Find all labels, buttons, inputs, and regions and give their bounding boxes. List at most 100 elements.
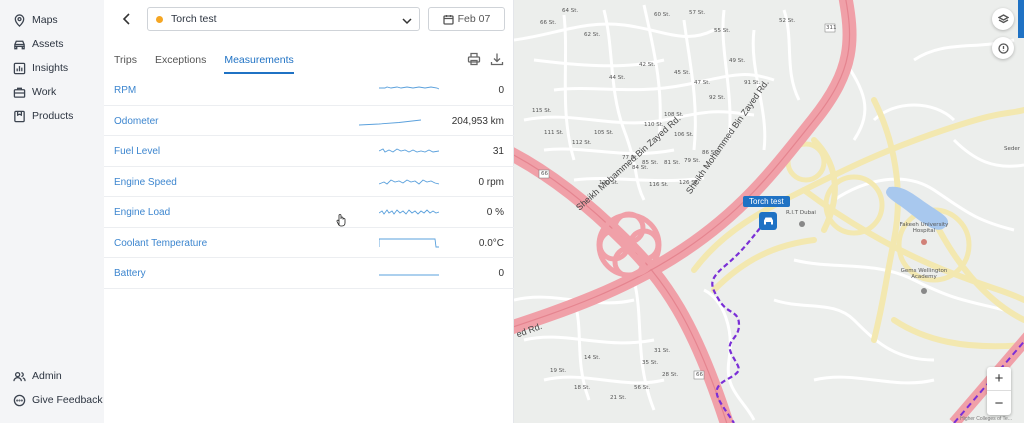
- measurement-value: 31: [492, 146, 504, 157]
- date-picker-button[interactable]: Feb 07: [428, 7, 505, 31]
- street-label: 91 St.: [744, 80, 761, 86]
- street-label: 66 St.: [540, 20, 557, 26]
- vehicle-map-label: Torch test: [743, 196, 790, 207]
- sidebar-item-label: Insights: [32, 62, 69, 74]
- list-item[interactable]: Coolant Temperature 0.0°C: [104, 228, 514, 258]
- map-pin-icon: [12, 13, 26, 27]
- street-label: 49 St.: [729, 58, 746, 64]
- panel-header: Torch test Feb 07: [104, 7, 513, 31]
- zoom-control: + −: [987, 367, 1011, 415]
- briefcase-icon: [12, 85, 26, 99]
- measurement-value: 0: [498, 268, 504, 279]
- measurement-label: Odometer: [114, 115, 159, 127]
- box-icon: [12, 109, 26, 123]
- sidebar-item-label: Maps: [32, 14, 58, 26]
- sidebar-item-products[interactable]: Products: [0, 104, 104, 128]
- street-label: 52 St.: [779, 18, 796, 24]
- measurement-label: Engine Speed: [114, 176, 177, 188]
- users-icon: [12, 369, 26, 383]
- feedback-icon: [12, 393, 26, 407]
- measurement-value: 0.0°C: [478, 237, 504, 249]
- street-label: 21 St.: [610, 395, 627, 401]
- street-label: 81 St.: [664, 160, 681, 166]
- measurement-label: Battery: [114, 268, 146, 279]
- sparkline: [379, 274, 439, 276]
- list-item[interactable]: Engine Load 0 %: [104, 197, 514, 228]
- status-dot: [156, 15, 163, 23]
- street-label: 79 St.: [684, 158, 701, 164]
- sidebar-item-label: Products: [32, 110, 74, 122]
- map-view[interactable]: Sheikh Mohammed Bin Zayed Rd. Sheikh Moh…: [514, 0, 1024, 423]
- date-label: Feb 07: [457, 13, 491, 25]
- street-label: 44 St.: [609, 75, 626, 81]
- list-item[interactable]: Engine Speed 0 rpm: [104, 167, 514, 197]
- list-item[interactable]: Fuel Level 31: [104, 136, 514, 167]
- chevron-down-icon: [402, 16, 412, 25]
- sparkline: [379, 148, 439, 153]
- sidebar-item-feedback[interactable]: Give Feedback: [0, 388, 104, 412]
- street-label: 57 St.: [689, 10, 706, 16]
- car-icon: [763, 217, 773, 225]
- layers-button[interactable]: [992, 8, 1014, 30]
- street-label: 120 St.: [599, 180, 619, 186]
- street-label: 116 St.: [649, 182, 669, 188]
- sidebar-item-maps[interactable]: Maps: [0, 8, 104, 32]
- map-attribution: Higher Colleges of Te...: [960, 416, 1012, 422]
- street-label: 60 St.: [654, 12, 671, 18]
- zoom-in-button[interactable]: +: [987, 367, 1011, 391]
- info-button[interactable]: [992, 37, 1014, 59]
- street-label: 85 St.: [642, 160, 659, 166]
- car-icon: [12, 37, 26, 51]
- vehicle-select[interactable]: Torch test: [147, 7, 420, 31]
- vehicle-marker[interactable]: [759, 212, 777, 230]
- measurement-label: Engine Load: [114, 207, 171, 218]
- sidebar-item-label: Admin: [32, 370, 62, 382]
- street-label: 86 St.: [702, 150, 719, 156]
- back-button[interactable]: [118, 10, 134, 28]
- sidebar-item-work[interactable]: Work: [0, 80, 104, 104]
- street-label: 111 St.: [544, 130, 564, 136]
- place-label: R.I.T Dubai: [786, 210, 816, 216]
- place-label: Fakeeh University Hospital: [899, 222, 949, 234]
- list-item[interactable]: RPM 0: [104, 75, 514, 106]
- chevron-left-icon: [122, 13, 130, 25]
- tab-measurements[interactable]: Measurements: [224, 50, 294, 74]
- sparkline: [379, 86, 439, 90]
- sidebar-item-label: Give Feedback: [32, 394, 103, 406]
- street-label: 64 St.: [562, 8, 579, 14]
- tab-trips[interactable]: Trips: [114, 50, 137, 74]
- measurement-label: Fuel Level: [114, 146, 161, 157]
- list-item[interactable]: Odometer 204,953 km: [104, 106, 514, 136]
- list-item[interactable]: Battery 0: [104, 258, 514, 289]
- sidebar-item-insights[interactable]: Insights: [0, 56, 104, 80]
- measurement-value: 204,953 km: [451, 115, 504, 127]
- measurement-value: 0 %: [486, 207, 504, 218]
- street-label: 110 St.: [644, 122, 664, 128]
- route-shield: 66: [696, 372, 703, 378]
- sidebar-item-admin[interactable]: Admin: [0, 364, 104, 388]
- calendar-icon: [442, 14, 454, 25]
- print-icon[interactable]: [467, 52, 481, 66]
- street-label: 31 St.: [654, 348, 671, 354]
- sidebar-item-assets[interactable]: Assets: [0, 32, 104, 56]
- sparkline: [359, 119, 421, 125]
- tab-bar: Trips Exceptions Measurements: [114, 50, 312, 74]
- download-icon[interactable]: [490, 52, 504, 66]
- hand-cursor-icon: [336, 214, 346, 227]
- street-label: 115 St.: [532, 108, 552, 114]
- street-label: 35 St.: [642, 360, 659, 366]
- zoom-out-button[interactable]: −: [987, 391, 1011, 415]
- info-icon: [997, 42, 1009, 54]
- street-label: 112 St.: [572, 140, 592, 146]
- measurement-label: RPM: [114, 85, 137, 96]
- sparkline: [379, 209, 439, 215]
- panel-edge-handle[interactable]: [1018, 0, 1024, 38]
- street-label: 28 St.: [662, 372, 679, 378]
- street-label: 42 St.: [639, 62, 656, 68]
- measurement-value: 0 rpm: [478, 176, 504, 188]
- tab-exceptions[interactable]: Exceptions: [155, 50, 206, 74]
- layers-icon: [997, 13, 1009, 23]
- measurement-value: 0: [498, 85, 504, 96]
- street-label: 126 St.: [679, 180, 699, 186]
- sidebar-item-label: Assets: [32, 38, 64, 50]
